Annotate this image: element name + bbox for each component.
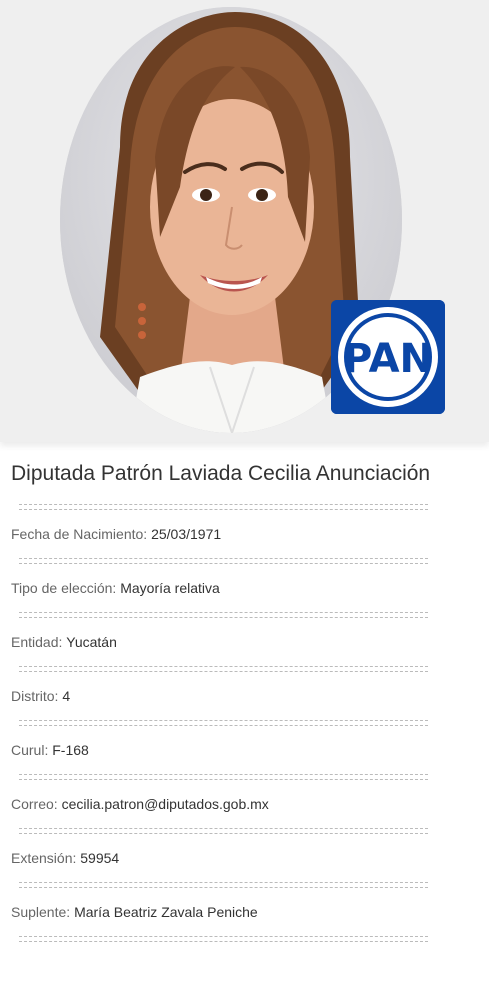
- field-label: Correo:: [11, 796, 62, 812]
- deputy-name: Diputada Patrón Laviada Cecilia Anunciac…: [11, 462, 431, 485]
- divider: [19, 936, 428, 942]
- field-label: Extensión:: [11, 850, 81, 866]
- field-birth-date: Fecha de Nacimiento: 25/03/1971: [11, 510, 489, 558]
- party-logo-label: PAN: [343, 336, 433, 382]
- field-label: Curul:: [11, 742, 53, 758]
- party-logo-graphic: PAN: [331, 300, 445, 414]
- field-value: F-168: [52, 742, 89, 758]
- field-label: Suplente:: [11, 904, 75, 920]
- field-label: Distrito:: [11, 688, 63, 704]
- email-value[interactable]: cecilia.patron@diputados.gob.mx: [62, 796, 269, 812]
- field-label: Tipo de elección:: [11, 580, 121, 596]
- field-value: 25/03/1971: [151, 526, 222, 542]
- field-extension: Extensión: 59954: [11, 834, 489, 882]
- field-state: Entidad: Yucatán: [11, 618, 489, 666]
- field-value: 59954: [80, 850, 120, 866]
- profile-header: PAN: [0, 0, 489, 442]
- field-value: Mayoría relativa: [120, 580, 220, 596]
- field-value: Yucatán: [66, 634, 117, 650]
- field-district: Distrito: 4: [11, 672, 489, 720]
- field-election-type: Tipo de elección: Mayoría relativa: [11, 564, 489, 612]
- field-substitute: Suplente: María Beatriz Zavala Peniche: [11, 888, 489, 936]
- field-email: Correo: cecilia.patron@diputados.gob.mx: [11, 780, 489, 828]
- pan-party-logo-icon: PAN: [331, 300, 445, 414]
- field-label: Entidad:: [11, 634, 67, 650]
- field-value: 4: [62, 688, 71, 704]
- field-seat: Curul: F-168: [11, 726, 489, 774]
- field-value: María Beatriz Zavala Peniche: [74, 904, 258, 920]
- profile-details: Diputada Patrón Laviada Cecilia Anunciac…: [0, 456, 489, 942]
- field-label: Fecha de Nacimiento:: [11, 526, 152, 542]
